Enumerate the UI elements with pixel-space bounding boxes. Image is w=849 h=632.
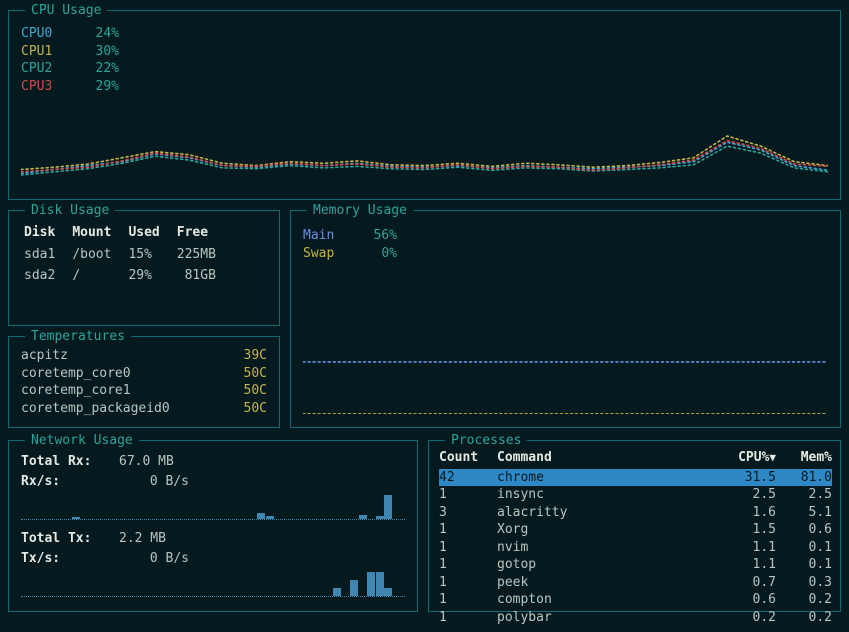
cpu-usage-panel: CPU Usage CPU024% CPU130% CPU222% CPU329… — [8, 10, 841, 200]
process-row[interactable]: 42chrome31.581.0 — [439, 469, 832, 487]
cpu-core-label: CPU3 — [21, 78, 61, 96]
disk-col-used: Used — [127, 223, 173, 243]
net-panel-title: Network Usage — [25, 432, 139, 450]
disk-panel-title: Disk Usage — [25, 202, 115, 220]
cpu-core-pct: 24% — [79, 25, 119, 43]
temp-row: coretemp_packageid050C — [21, 400, 267, 418]
procs-col-cpu[interactable]: CPU%▼ — [712, 449, 776, 467]
mem-swap-pct: 0% — [363, 245, 397, 263]
temp-row: coretemp_core150C — [21, 382, 267, 400]
mem-panel-title: Memory Usage — [307, 202, 413, 220]
mem-row: Main 56% — [303, 227, 828, 245]
net-rx-rate: Rx/s:0 B/s — [21, 473, 405, 491]
net-tx-chart — [21, 571, 405, 597]
procs-col-count[interactable]: Count — [439, 449, 497, 467]
cpu-core-label: CPU0 — [21, 25, 61, 43]
network-usage-panel: Network Usage Total Rx:67.0 MB Rx/s:0 B/… — [8, 440, 418, 612]
mem-swap-label: Swap — [303, 245, 345, 263]
procs-panel-title: Processes — [445, 432, 527, 450]
procs-header: Count Command CPU%▼ Mem% — [439, 449, 832, 469]
memory-sparkline — [303, 321, 828, 413]
process-row[interactable]: 3alacritty1.65.1 — [439, 504, 832, 522]
net-rx-total: Total Rx:67.0 MB — [21, 453, 405, 471]
cpu-sparkline — [21, 111, 828, 189]
procs-col-mem[interactable]: Mem% — [776, 449, 832, 467]
disk-col-disk: Disk — [23, 223, 69, 243]
memory-usage-panel: Memory Usage Main56% Swap0% — [290, 210, 841, 428]
cpu-core-label: CPU2 — [21, 60, 61, 78]
process-row[interactable]: 1nvim1.10.1 — [439, 539, 832, 557]
process-row[interactable]: 1insync2.52.5 — [439, 486, 832, 504]
net-rx-chart — [21, 494, 405, 520]
procs-col-command[interactable]: Command — [497, 449, 712, 467]
temps-panel-title: Temperatures — [25, 328, 131, 346]
temperatures-panel: Temperatures acpitz39C coretemp_core050C… — [8, 336, 280, 428]
sort-desc-icon: ▼ — [769, 451, 776, 464]
cpu-core-pct: 30% — [79, 43, 119, 61]
table-row: sda1 /boot 15% 225MB — [23, 245, 230, 265]
mem-row: Swap 0% — [303, 245, 828, 263]
cpu-core-pct: 29% — [79, 78, 119, 96]
cpu-core-pct: 22% — [79, 60, 119, 78]
table-row: sda2 / 29% 81GB — [23, 266, 230, 286]
cpu-panel-title: CPU Usage — [25, 2, 107, 20]
process-row[interactable]: 1compton0.60.2 — [439, 591, 832, 609]
cpu-row: CPU1 30% — [21, 43, 828, 61]
cpu-row: CPU2 22% — [21, 60, 828, 78]
processes-panel: Processes Count Command CPU%▼ Mem% 42chr… — [428, 440, 841, 612]
net-tx-total: Total Tx:2.2 MB — [21, 530, 405, 548]
disk-col-mount: Mount — [71, 223, 125, 243]
cpu-core-label: CPU1 — [21, 43, 61, 61]
mem-main-label: Main — [303, 227, 345, 245]
mem-main-pct: 56% — [363, 227, 397, 245]
disk-table: Disk Mount Used Free sda1 /boot 15% 225M… — [21, 221, 232, 288]
net-tx-rate: Tx/s:0 B/s — [21, 550, 405, 568]
cpu-row: CPU3 29% — [21, 78, 828, 96]
process-row[interactable]: 1Xorg1.50.6 — [439, 521, 832, 539]
process-row[interactable]: 1gotop1.10.1 — [439, 556, 832, 574]
cpu-core-list: CPU0 24% CPU1 30% CPU2 22% CPU3 29% — [21, 25, 828, 95]
cpu-row: CPU0 24% — [21, 25, 828, 43]
temp-row: coretemp_core050C — [21, 365, 267, 383]
disk-col-free: Free — [176, 223, 230, 243]
disk-usage-panel: Disk Usage Disk Mount Used Free sda1 /bo… — [8, 210, 280, 326]
process-row[interactable]: 1peek0.70.3 — [439, 574, 832, 592]
temp-row: acpitz39C — [21, 347, 267, 365]
